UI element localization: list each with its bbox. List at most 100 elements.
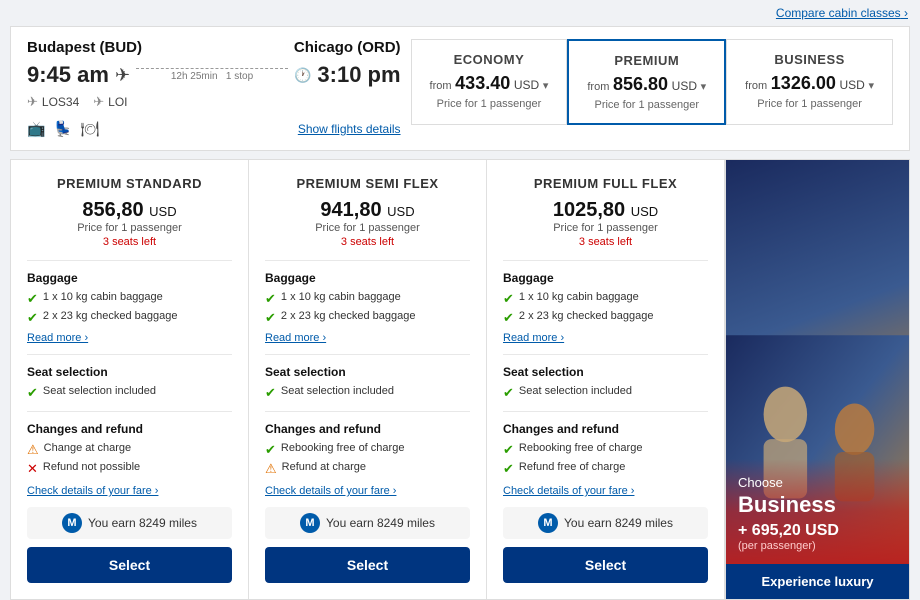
plane-icon: ✈ (115, 65, 130, 86)
green-seat-icon: ✔ (265, 385, 276, 401)
baggage-item: ✔ 2 x 23 kg checked baggage (265, 310, 470, 326)
promo-business-label: Business (738, 492, 897, 518)
experience-luxury-button[interactable]: Experience luxury (726, 564, 909, 599)
changes-title-semiflex: Changes and refund (265, 422, 470, 436)
green-change-icon: ✔ (503, 461, 514, 477)
fare-price-standard: 856,80 USD (27, 199, 232, 222)
change-item: ✔ Rebooking free of charge (503, 442, 708, 458)
select-button-standard[interactable]: Select (27, 547, 232, 583)
miles-row-fullflex: M You earn 8249 miles (503, 507, 708, 539)
baggage-item: ✔ 2 x 23 kg checked baggage (503, 310, 708, 326)
business-price: 1326.00 (771, 73, 836, 93)
baggage-item: ✔ 1 x 10 kg cabin baggage (27, 291, 232, 307)
select-button-fullflex[interactable]: Select (503, 547, 708, 583)
promo-price: + 695,20 USD (738, 522, 897, 540)
promo-per-passenger: (per passenger) (738, 540, 897, 552)
seat-item: ✔ Seat selection included (503, 385, 708, 401)
economy-price-col[interactable]: ECONOMY from 433.40 USD ▾ Price for 1 pa… (411, 39, 568, 125)
wifi-icon: 📺 (27, 120, 46, 138)
baggage-item: ✔ 1 x 10 kg cabin baggage (265, 291, 470, 307)
red-change-icon: ✕ (27, 461, 38, 477)
fare-price-semiflex: 941,80 USD (265, 199, 470, 222)
promo-choose-label: Choose (738, 475, 897, 490)
fare-card-fullflex: PREMIUM FULL FLEX 1025,80 USD Price for … (487, 160, 724, 599)
meal-icon: 🍽 (80, 120, 99, 138)
fare-title-semiflex: PREMIUM SEMI FLEX (265, 176, 470, 191)
miles-row-standard: M You earn 8249 miles (27, 507, 232, 539)
economy-dropdown[interactable]: ▾ (543, 80, 549, 92)
check-details-semiflex[interactable]: Check details of your fare › (265, 485, 470, 497)
baggage-title-fullflex: Baggage (503, 271, 708, 285)
show-details-link[interactable]: Show flights details (298, 122, 401, 136)
read-more-baggage-standard[interactable]: Read more › (27, 332, 88, 344)
change-item: ⚠ Change at charge (27, 442, 232, 458)
fare-seats-standard: 3 seats left (27, 236, 232, 248)
premium-dropdown[interactable]: ▾ (701, 81, 707, 93)
premium-price: 856.80 (613, 74, 668, 94)
clock-icon: 🕐 (294, 67, 311, 84)
miles-text-standard: You earn 8249 miles (88, 516, 197, 530)
changes-title-standard: Changes and refund (27, 422, 232, 436)
fare-price-note-semiflex: Price for 1 passenger (265, 222, 470, 234)
fare-title-standard: PREMIUM STANDARD (27, 176, 232, 191)
green-check-icon: ✔ (265, 291, 276, 307)
seat-selection-title-standard: Seat selection (27, 365, 232, 379)
select-button-semiflex[interactable]: Select (265, 547, 470, 583)
origin-city: Budapest (BUD) (27, 39, 142, 56)
baggage-title-semiflex: Baggage (265, 271, 470, 285)
check-details-standard[interactable]: Check details of your fare › (27, 485, 232, 497)
amenities-row: 📺 💺 🍽 (27, 120, 99, 138)
miles-text-fullflex: You earn 8249 miles (564, 516, 673, 530)
green-check-icon: ✔ (27, 310, 38, 326)
read-more-baggage-semiflex[interactable]: Read more › (265, 332, 326, 344)
fare-price-note-fullflex: Price for 1 passenger (503, 222, 708, 234)
green-seat-icon: ✔ (503, 385, 514, 401)
seat-icon: 💺 (54, 120, 73, 138)
premium-price-col[interactable]: PREMIUM from 856.80 USD ▾ Price for 1 pa… (567, 39, 726, 125)
cards-area: PREMIUM STANDARD 856,80 USD Price for 1 … (10, 159, 910, 600)
miles-badge-fullflex: M (538, 513, 558, 533)
green-check-icon: ✔ (27, 291, 38, 307)
fare-cards: PREMIUM STANDARD 856,80 USD Price for 1 … (10, 159, 725, 600)
orange-change-icon: ⚠ (27, 442, 39, 458)
green-check-icon: ✔ (503, 310, 514, 326)
green-check-icon: ✔ (265, 310, 276, 326)
flight-duration: 12h 25min 1 stop (171, 71, 253, 82)
miles-badge-standard: M (62, 513, 82, 533)
baggage-item: ✔ 1 x 10 kg cabin baggage (503, 291, 708, 307)
business-price-col[interactable]: BUSINESS from 1326.00 USD ▾ Price for 1 … (726, 39, 893, 125)
business-dropdown[interactable]: ▾ (868, 80, 874, 92)
flight-code-2: ✈ LOI (93, 94, 127, 110)
promo-image: Choose Business + 695,20 USD (per passen… (726, 160, 909, 564)
change-item: ⚠ Refund at charge (265, 461, 470, 477)
flight-header-card: Budapest (BUD) Chicago (ORD) 9:45 am ✈ 1… (10, 26, 910, 151)
change-item: ✕ Refund not possible (27, 461, 232, 477)
changes-title-fullflex: Changes and refund (503, 422, 708, 436)
miles-row-semiflex: M You earn 8249 miles (265, 507, 470, 539)
seat-selection-title-fullflex: Seat selection (503, 365, 708, 379)
green-change-icon: ✔ (265, 442, 276, 458)
baggage-item: ✔ 2 x 23 kg checked baggage (27, 310, 232, 326)
depart-time: 9:45 am (27, 62, 109, 88)
baggage-title-standard: Baggage (27, 271, 232, 285)
fare-price-note-standard: Price for 1 passenger (27, 222, 232, 234)
destination-city: Chicago (ORD) (294, 39, 401, 56)
arrive-time: 3:10 pm (317, 62, 400, 88)
green-check-icon: ✔ (503, 291, 514, 307)
flight-code-1: ✈ LOS34 (27, 94, 79, 110)
seat-item: ✔ Seat selection included (27, 385, 232, 401)
price-columns: ECONOMY from 433.40 USD ▾ Price for 1 pa… (411, 39, 893, 125)
seat-selection-title-semiflex: Seat selection (265, 365, 470, 379)
read-more-baggage-fullflex[interactable]: Read more › (503, 332, 564, 344)
seat-item: ✔ Seat selection included (265, 385, 470, 401)
miles-text-semiflex: You earn 8249 miles (326, 516, 435, 530)
change-item: ✔ Rebooking free of charge (265, 442, 470, 458)
check-details-fullflex[interactable]: Check details of your fare › (503, 485, 708, 497)
fare-seats-fullflex: 3 seats left (503, 236, 708, 248)
fare-seats-semiflex: 3 seats left (265, 236, 470, 248)
fare-price-fullflex: 1025,80 USD (503, 199, 708, 222)
orange-change-icon: ⚠ (265, 461, 277, 477)
economy-price: 433.40 (455, 73, 510, 93)
compare-cabin-link[interactable]: Compare cabin classes (776, 6, 901, 20)
fare-card-semiflex: PREMIUM SEMI FLEX 941,80 USD Price for 1… (249, 160, 487, 599)
